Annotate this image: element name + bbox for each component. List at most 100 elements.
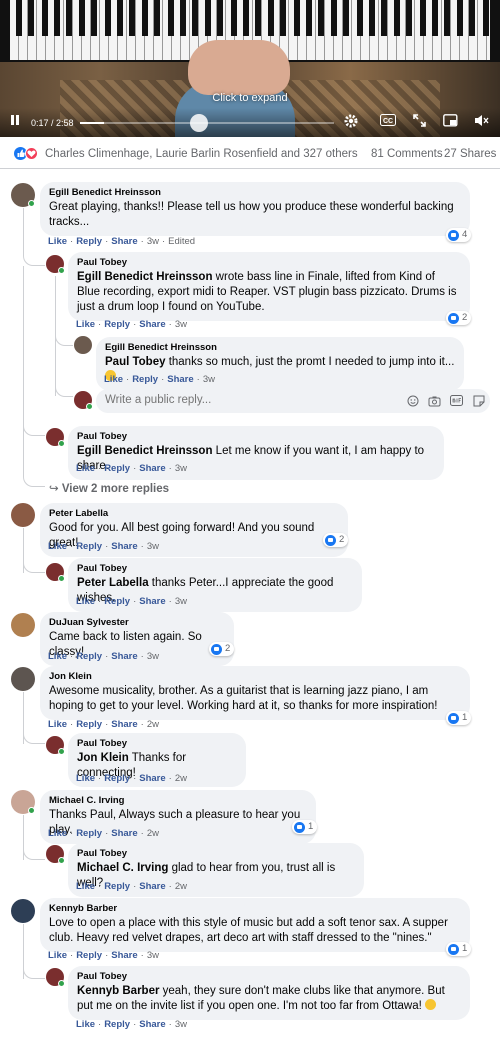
share-button[interactable]: Share xyxy=(111,651,137,662)
comment-author[interactable]: Kennyb Barber xyxy=(49,903,461,915)
sticker-icon[interactable] xyxy=(472,395,485,408)
share-button[interactable]: Share xyxy=(139,596,165,607)
love-reaction-icon[interactable] xyxy=(25,147,38,160)
comment-reaction-badge[interactable]: 2 xyxy=(446,311,472,325)
like-button[interactable]: Like xyxy=(48,719,67,730)
reply-button[interactable]: Reply xyxy=(76,719,102,730)
reply-button[interactable]: Reply xyxy=(104,463,130,474)
gear-icon[interactable] xyxy=(344,114,358,131)
emoji-icon[interactable] xyxy=(406,395,419,408)
share-button[interactable]: Share xyxy=(139,773,165,784)
share-button[interactable]: Share xyxy=(139,463,165,474)
comment-time[interactable]: 3w xyxy=(175,319,187,330)
share-button[interactable]: Share xyxy=(139,881,165,892)
like-button[interactable]: Like xyxy=(48,541,67,552)
captions-icon[interactable]: CC xyxy=(380,114,396,129)
click-to-expand-label[interactable]: Click to expand xyxy=(0,92,500,104)
comment-time[interactable]: 3w xyxy=(203,374,215,385)
reply-button[interactable]: Reply xyxy=(104,773,130,784)
comment-time[interactable]: 3w xyxy=(175,463,187,474)
tagged-user[interactable]: Egill Benedict Hreinsson xyxy=(77,271,212,283)
comment-author[interactable]: Paul Tobey xyxy=(77,738,237,750)
comment-time[interactable]: 3w xyxy=(147,541,159,552)
comment-time[interactable]: 2w xyxy=(147,719,159,730)
like-button[interactable]: Like xyxy=(48,236,67,247)
like-button[interactable]: Like xyxy=(76,596,95,607)
picture-in-picture-icon[interactable] xyxy=(443,114,458,130)
comment-time[interactable]: 3w xyxy=(147,651,159,662)
share-button[interactable]: Share xyxy=(167,374,193,385)
expand-icon[interactable] xyxy=(413,114,426,130)
avatar[interactable] xyxy=(11,899,35,923)
share-button[interactable]: Share xyxy=(111,719,137,730)
avatar[interactable] xyxy=(11,503,35,527)
comment-author[interactable]: Egill Benedict Hreinsson xyxy=(49,187,461,199)
like-button[interactable]: Like xyxy=(76,881,95,892)
tagged-user[interactable]: Paul Tobey xyxy=(105,356,166,368)
share-button[interactable]: Share xyxy=(111,950,137,961)
comment-author[interactable]: Peter Labella xyxy=(49,508,339,520)
comment-time[interactable]: 2w xyxy=(175,773,187,784)
avatar[interactable] xyxy=(74,336,92,354)
comment-author[interactable]: Paul Tobey xyxy=(77,848,355,860)
reply-button[interactable]: Reply xyxy=(76,828,102,839)
reply-button[interactable]: Reply xyxy=(76,236,102,247)
gif-icon[interactable] xyxy=(450,395,463,408)
comment-time[interactable]: 3w xyxy=(147,950,159,961)
reply-input[interactable] xyxy=(105,394,385,406)
like-button[interactable]: Like xyxy=(48,950,67,961)
comment-author[interactable]: Egill Benedict Hreinsson xyxy=(105,342,455,354)
comment-reaction-badge[interactable]: 4 xyxy=(446,228,472,242)
comment-time[interactable]: 2w xyxy=(147,828,159,839)
reply-button[interactable]: Reply xyxy=(132,374,158,385)
reply-button[interactable]: Reply xyxy=(104,881,130,892)
shares-count[interactable]: 27 Shares xyxy=(444,148,496,160)
reply-button[interactable]: Reply xyxy=(76,950,102,961)
tagged-user[interactable]: Jon Klein xyxy=(77,752,129,764)
like-button[interactable]: Like xyxy=(76,1019,95,1030)
comment-reaction-badge[interactable]: 2 xyxy=(323,533,349,547)
reaction-names[interactable]: Charles Climenhage, Laurie Barlin Rosenf… xyxy=(45,148,358,160)
reply-input-container[interactable] xyxy=(96,389,490,413)
comment-time[interactable]: 2w xyxy=(175,881,187,892)
reply-button[interactable]: Reply xyxy=(76,651,102,662)
like-button[interactable]: Like xyxy=(76,773,95,784)
comment-reaction-badge[interactable]: 1 xyxy=(292,820,318,834)
comment-time[interactable]: 3w xyxy=(175,596,187,607)
like-button[interactable]: Like xyxy=(76,319,95,330)
tagged-user[interactable]: Kennyb Barber xyxy=(77,985,159,997)
share-button[interactable]: Share xyxy=(139,1019,165,1030)
comment-author[interactable]: DuJuan Sylvester xyxy=(49,617,225,629)
reply-button[interactable]: Reply xyxy=(104,319,130,330)
comment-author[interactable]: Paul Tobey xyxy=(77,431,435,443)
share-button[interactable]: Share xyxy=(139,319,165,330)
tagged-user[interactable]: Michael C. Irving xyxy=(77,862,168,874)
reply-button[interactable]: Reply xyxy=(104,1019,130,1030)
comment-author[interactable]: Jon Klein xyxy=(49,671,461,683)
share-button[interactable]: Share xyxy=(111,541,137,552)
avatar[interactable] xyxy=(11,667,35,691)
share-button[interactable]: Share xyxy=(111,236,137,247)
like-button[interactable]: Like xyxy=(48,651,67,662)
like-button[interactable]: Like xyxy=(48,828,67,839)
video-player[interactable]: Click to expand 0:17 / 2:58 CC xyxy=(0,0,500,137)
tagged-user[interactable]: Peter Labella xyxy=(77,577,149,589)
comment-reaction-badge[interactable]: 1 xyxy=(446,942,472,956)
view-more-replies-link[interactable]: ↪ View 2 more replies xyxy=(49,481,169,495)
like-button[interactable]: Like xyxy=(76,463,95,474)
comment-reaction-badge[interactable]: 1 xyxy=(446,711,472,725)
comment-author[interactable]: Paul Tobey xyxy=(77,971,461,983)
tagged-user[interactable]: Egill Benedict Hreinsson xyxy=(77,445,212,457)
reply-button[interactable]: Reply xyxy=(76,541,102,552)
reply-button[interactable]: Reply xyxy=(104,596,130,607)
camera-icon[interactable] xyxy=(428,395,441,408)
comment-time[interactable]: 3w xyxy=(175,1019,187,1030)
avatar[interactable] xyxy=(11,613,35,637)
comment-author[interactable]: Paul Tobey xyxy=(77,563,353,575)
share-button[interactable]: Share xyxy=(111,828,137,839)
comment-time[interactable]: 3w xyxy=(147,236,159,247)
volume-icon[interactable] xyxy=(474,114,490,130)
comment-author[interactable]: Michael C. Irving xyxy=(49,795,307,807)
pause-icon[interactable] xyxy=(10,114,20,129)
comments-count[interactable]: 81 Comments xyxy=(371,148,443,160)
